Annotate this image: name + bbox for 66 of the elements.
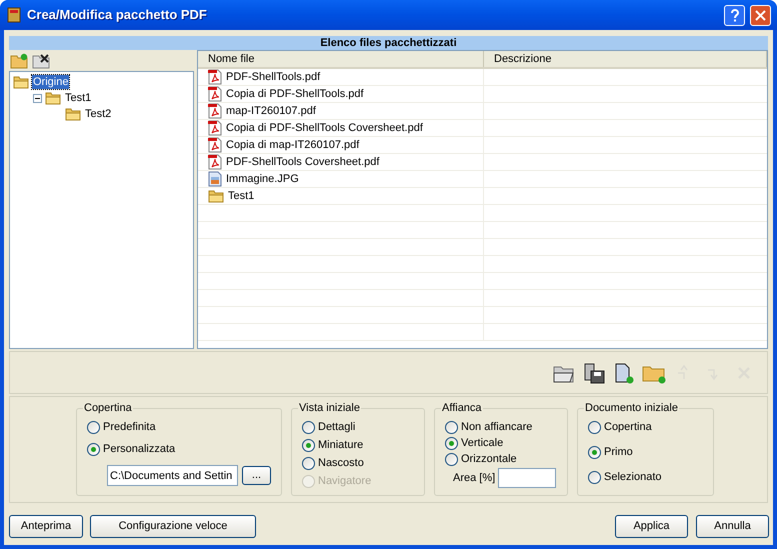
file-name[interactable]: Copia di PDF-ShellTools.pdf xyxy=(226,86,364,102)
option-label: Orizzontale xyxy=(461,452,517,467)
dialog-button[interactable]: Configurazione veloce xyxy=(90,515,256,538)
pdf-file-icon xyxy=(208,154,222,170)
option-label: Non affiancare xyxy=(461,420,532,435)
column-header[interactable]: Nome file xyxy=(198,51,484,67)
radio-button[interactable] xyxy=(302,420,315,434)
option-label: Predefinita xyxy=(103,420,156,435)
radio-button[interactable] xyxy=(588,420,601,434)
folder-icon xyxy=(208,189,224,203)
radio-button[interactable] xyxy=(87,420,100,434)
pdf-file-icon xyxy=(208,103,222,119)
file-name[interactable]: PDF-ShellTools Coversheet.pdf xyxy=(226,154,380,170)
tree-item[interactable]: Origine xyxy=(32,75,70,89)
radio-button[interactable] xyxy=(302,438,315,452)
folder-icon xyxy=(45,91,61,105)
app-icon xyxy=(6,7,22,23)
radio-button[interactable] xyxy=(445,452,458,466)
radio-button[interactable] xyxy=(588,446,601,458)
pdf-file-icon xyxy=(208,86,222,102)
window-title: Crea/Modifica pacchetto PDF xyxy=(27,6,208,24)
help-icon xyxy=(730,8,740,22)
radio-button[interactable] xyxy=(445,436,458,450)
folder-icon xyxy=(13,75,29,89)
file-name[interactable]: Immagine.JPG xyxy=(226,170,299,188)
dialog-button[interactable]: Anteprima xyxy=(9,515,83,538)
option-label: Verticale xyxy=(461,436,504,451)
folder-icon xyxy=(65,107,81,121)
remove-folder-icon xyxy=(32,52,50,68)
pdf-file-icon xyxy=(208,137,222,153)
file-name[interactable]: Test1 xyxy=(228,188,254,204)
pdf-file-icon xyxy=(208,120,222,136)
image-file-icon xyxy=(208,171,222,187)
section-header: Elenco files pacchettizzati xyxy=(9,36,768,50)
option-label: Selezionato xyxy=(604,470,662,485)
file-name[interactable]: PDF-ShellTools.pdf xyxy=(226,68,320,86)
radio-button[interactable] xyxy=(588,470,601,484)
option-label: Personalizzata xyxy=(103,442,176,457)
option-label: Miniature xyxy=(318,438,364,453)
column-header[interactable]: Descrizione xyxy=(484,51,767,67)
radio-button[interactable] xyxy=(87,442,100,456)
file-name[interactable]: Copia di map-IT260107.pdf xyxy=(226,136,360,154)
tree-item[interactable]: Test1 xyxy=(64,91,92,105)
option-label: Nascosto xyxy=(318,456,364,471)
dialog-button[interactable]: Annulla xyxy=(696,515,769,538)
radio-button[interactable] xyxy=(445,420,458,434)
area-label: Area [%] xyxy=(453,470,496,486)
group-title: Copertina xyxy=(83,401,133,415)
file-name[interactable]: Copia di PDF-ShellTools Coversheet.pdf xyxy=(226,120,423,136)
dialog-button[interactable]: Applica xyxy=(615,515,688,538)
close-button[interactable] xyxy=(750,4,771,26)
radio-button[interactable] xyxy=(302,456,315,470)
tree-item[interactable]: Test2 xyxy=(84,107,112,121)
file-name[interactable]: map-IT260107.pdf xyxy=(226,102,316,120)
pdf-file-icon xyxy=(208,69,222,85)
collapse-toggle[interactable] xyxy=(33,94,42,102)
close-icon xyxy=(755,10,766,20)
browse-button[interactable]: ... xyxy=(242,466,271,485)
area-field[interactable] xyxy=(498,468,556,488)
add-folder-icon xyxy=(10,52,28,68)
path-field[interactable]: C:\Documents and Settin xyxy=(107,465,238,486)
option-label: Navigatore xyxy=(318,474,372,489)
option-label: Primo xyxy=(604,444,633,460)
option-label: Copertina xyxy=(604,420,652,435)
option-label: Dettagli xyxy=(318,420,356,435)
help-button[interactable] xyxy=(724,4,745,26)
